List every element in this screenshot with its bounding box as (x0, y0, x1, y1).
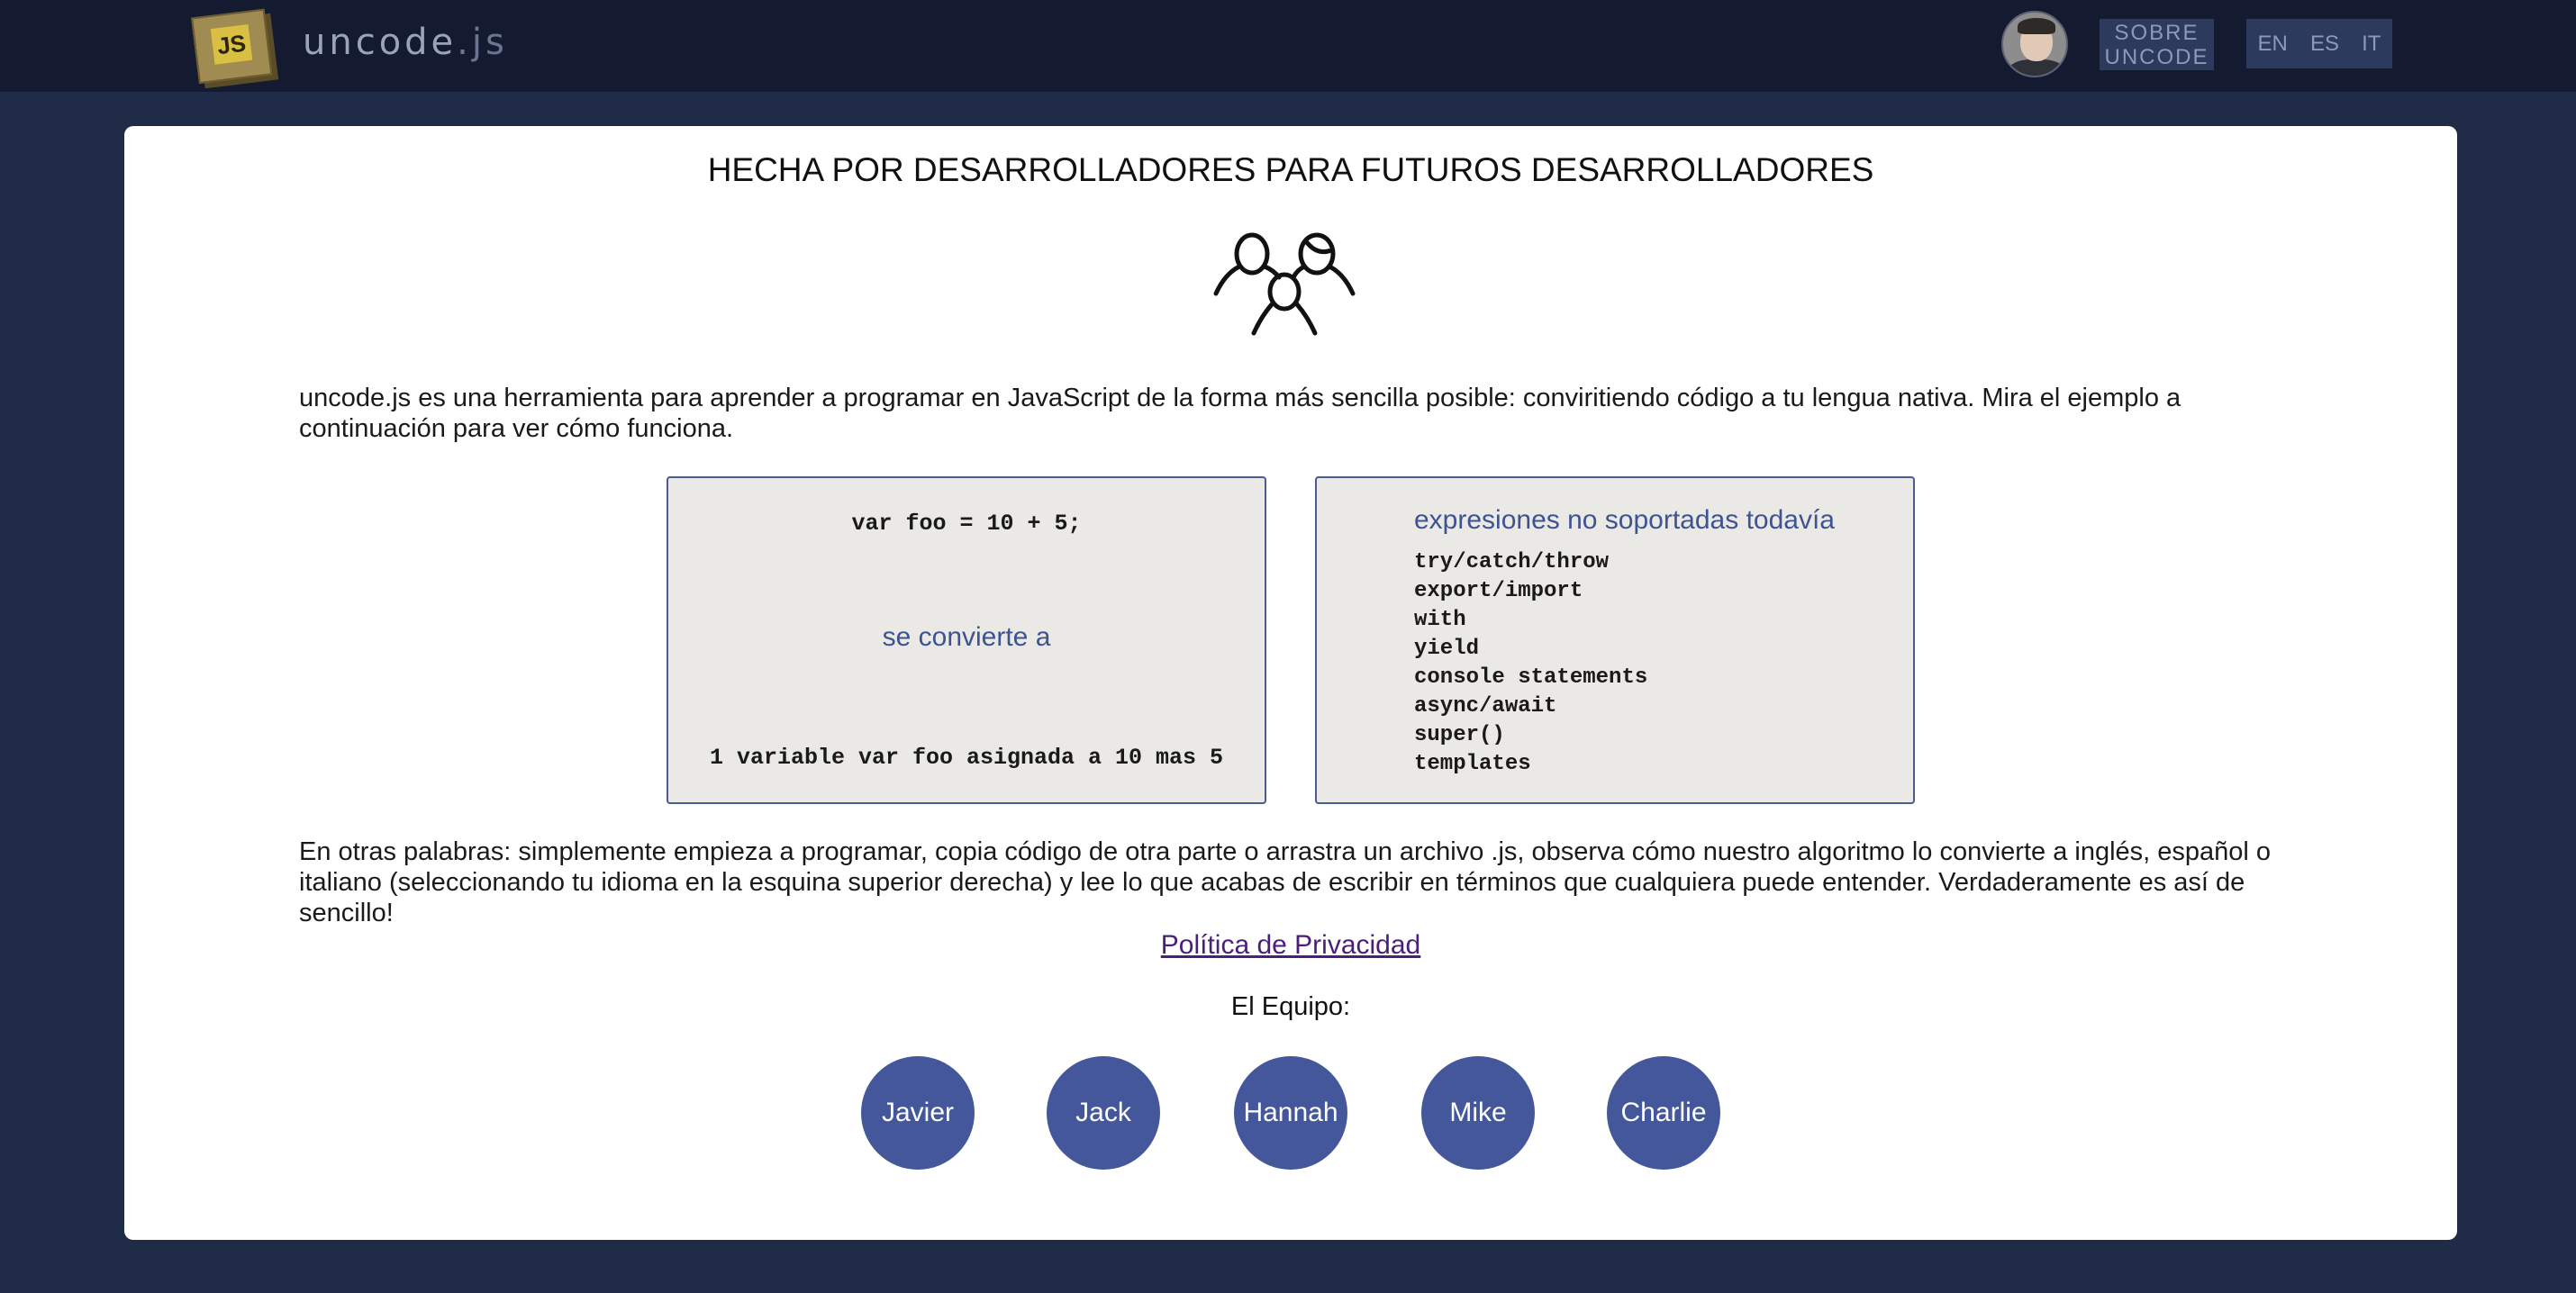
language-selector: EN ES IT (2246, 19, 2392, 68)
list-item: yield (1414, 637, 1480, 661)
unsupported-list: try/catch/throw export/import with yield… (1414, 548, 1647, 779)
list-item: async/await (1414, 694, 1557, 719)
team-member-hannah[interactable]: Hannah (1234, 1056, 1347, 1170)
code-output-example: 1 variable var foo asignada a 10 mas 5 (709, 745, 1224, 771)
team-member-javier[interactable]: Javier (861, 1056, 975, 1170)
lang-it-button[interactable]: IT (2356, 32, 2386, 57)
about-label-line2: UNCODE (2104, 44, 2209, 69)
logo-text: JS (210, 23, 253, 65)
brand-extension: .js (457, 22, 508, 63)
brand-name[interactable]: uncode.js (303, 22, 508, 63)
about-label-line1: SOBRE (2114, 20, 2200, 45)
converts-to-label: se convierte a (882, 622, 1051, 652)
top-navigation-bar: JS uncode.js SOBRE UNCODE EN ES IT (0, 0, 2576, 92)
lang-en-button[interactable]: EN (2253, 32, 2293, 57)
page-title: HECHA POR DESARROLLADORES PARA FUTUROS D… (707, 151, 1874, 188)
team-label: El Equipo: (1230, 992, 1351, 1021)
about-uncode-button[interactable]: SOBRE UNCODE (2100, 19, 2214, 70)
privacy-policy-link[interactable]: Política de Privacidad (1161, 930, 1421, 960)
outro-paragraph: En otras palabras: simplemente empieza a… (299, 837, 2272, 927)
intro-paragraph: uncode.js es una herramienta para aprend… (299, 384, 2181, 443)
example-box: var foo = 10 + 5; se convierte a 1 varia… (667, 476, 1266, 804)
content-card: HECHA POR DESARROLLADORES PARA FUTUROS D… (124, 126, 2457, 1240)
list-item: with (1414, 608, 1466, 632)
lang-es-button[interactable]: ES (2305, 32, 2345, 57)
list-item: try/catch/throw (1414, 550, 1610, 574)
list-item: templates (1414, 752, 1531, 776)
list-item: export/import (1414, 579, 1583, 603)
privacy-container: Política de Privacidad (124, 930, 2457, 961)
user-avatar[interactable] (2001, 11, 2068, 77)
team-people-icon (1213, 232, 1356, 336)
team-member-jack[interactable]: Jack (1047, 1056, 1160, 1170)
team-member-mike[interactable]: Mike (1421, 1056, 1535, 1170)
team-member-charlie[interactable]: Charlie (1607, 1056, 1720, 1170)
list-item: super() (1414, 723, 1505, 747)
code-input-example: var foo = 10 + 5; (851, 511, 1082, 537)
unsupported-expressions-box: expresiones no soportadas todavía try/ca… (1315, 476, 1915, 804)
brand-main: uncode (303, 22, 458, 63)
js-logo[interactable]: JS (185, 0, 284, 90)
unsupported-title: expresiones no soportadas todavía (1414, 505, 1835, 535)
list-item: console statements (1414, 665, 1648, 690)
